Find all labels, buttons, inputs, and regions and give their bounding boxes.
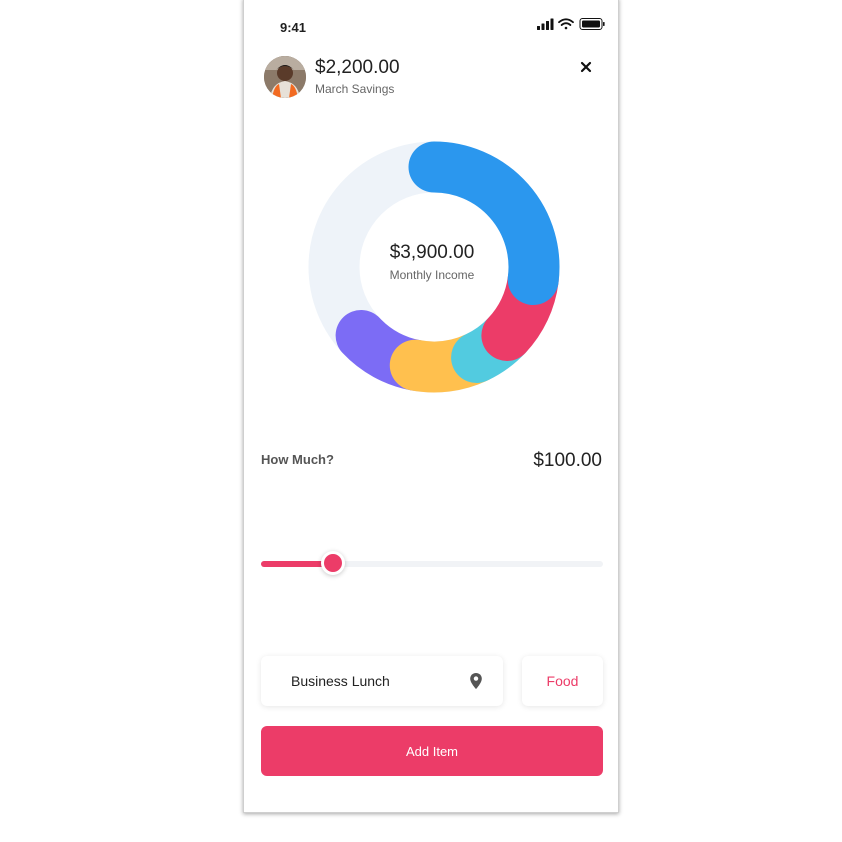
income-donut-chart xyxy=(308,141,560,393)
signal-icon xyxy=(537,18,554,30)
battery-icon xyxy=(579,18,605,30)
savings-label: March Savings xyxy=(315,82,395,96)
amount-slider-thumb[interactable] xyxy=(320,551,345,575)
wifi-icon xyxy=(558,18,574,30)
location-pin-icon[interactable] xyxy=(468,672,484,690)
avatar[interactable] xyxy=(264,56,306,98)
description-field[interactable]: Business Lunch xyxy=(261,656,503,706)
monthly-income-label: Monthly Income xyxy=(389,268,475,282)
description-text: Business Lunch xyxy=(291,673,390,689)
close-icon[interactable] xyxy=(575,56,597,78)
avatar-image xyxy=(264,56,306,98)
category-selector[interactable]: Food xyxy=(522,656,603,706)
how-much-label: How Much? xyxy=(261,452,334,467)
status-time: 9:41 xyxy=(280,20,307,35)
savings-amount: $2,200.00 xyxy=(315,57,400,78)
phone-screen: 9:41 $2,200.00 March Savings $3,900.00 M… xyxy=(243,0,619,813)
category-text: Food xyxy=(546,673,579,689)
status-icons xyxy=(537,18,605,30)
monthly-income-amount: $3,900.00 xyxy=(389,242,475,263)
add-item-button[interactable]: Add Item xyxy=(261,726,603,776)
amount-value: $100.00 xyxy=(533,450,602,471)
